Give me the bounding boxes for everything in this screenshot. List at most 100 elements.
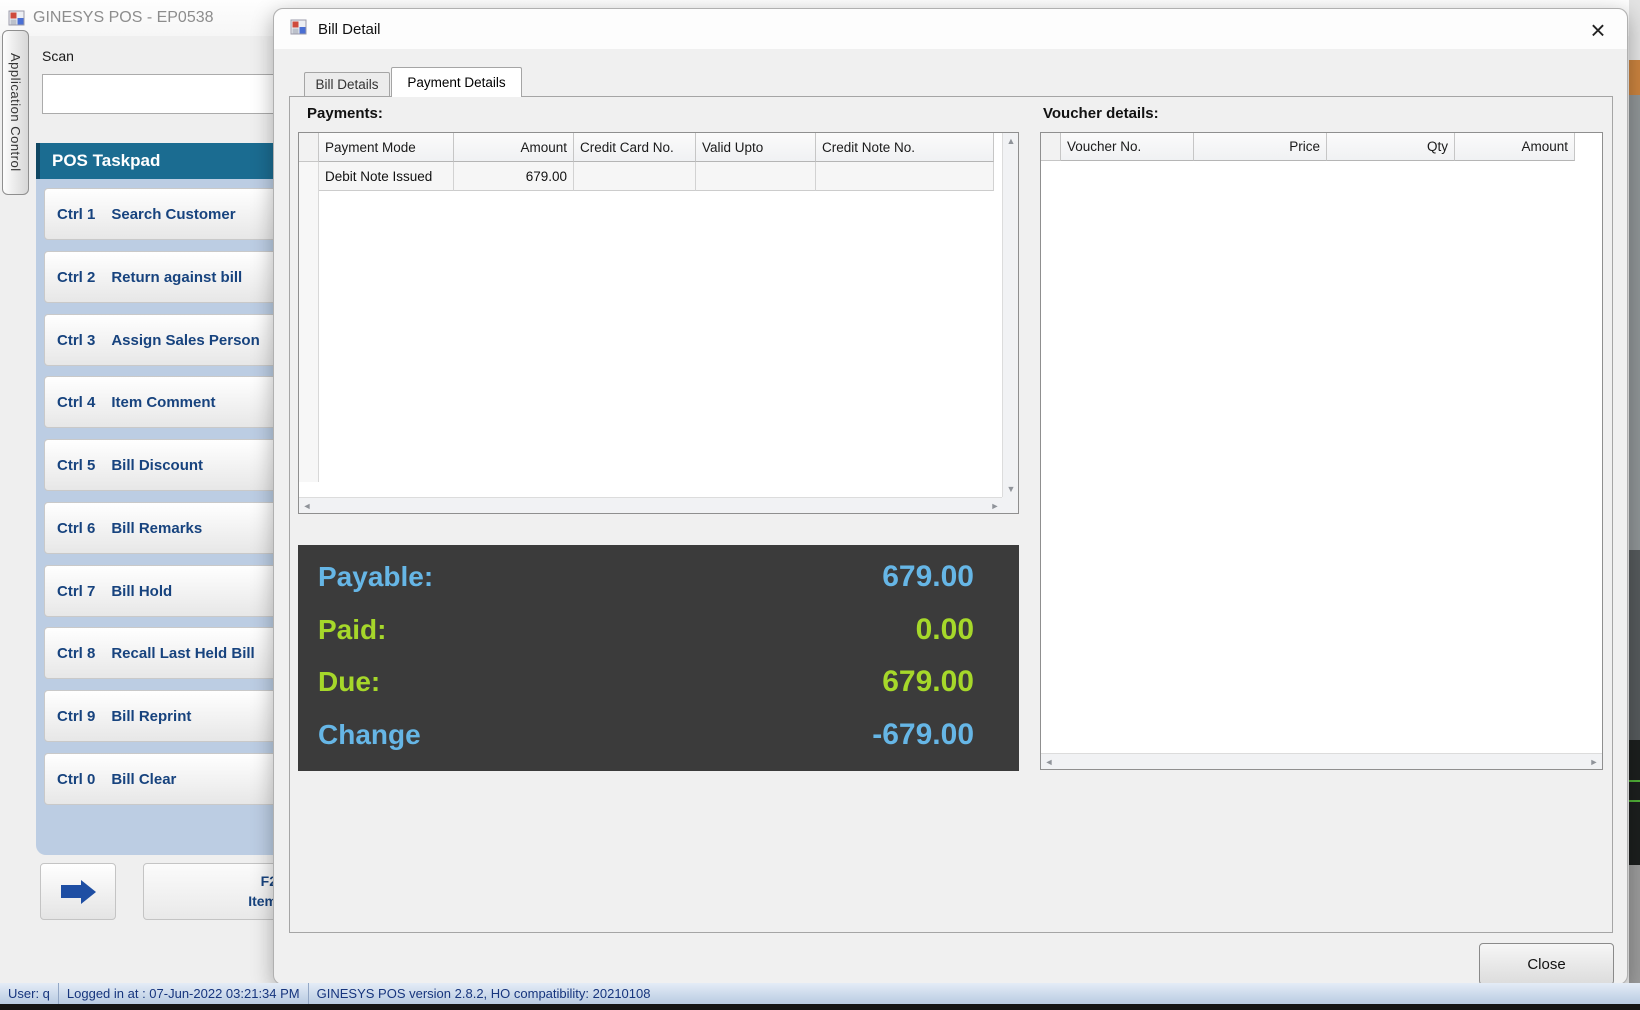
payments-vertical-scrollbar[interactable]: ▲ ▼ <box>1002 133 1018 497</box>
taskpad-button-recall-last-held-bill[interactable]: Ctrl 8 Recall Last Held Bill <box>44 627 282 679</box>
button-label: Search Customer <box>111 205 236 223</box>
totals-panel: Payable: 679.00 Paid: 0.00 Due: 679.00 C… <box>298 545 1019 771</box>
tab-bill-details[interactable]: Bill Details <box>304 72 390 97</box>
column-header[interactable]: Amount <box>1455 133 1575 161</box>
shortcut-key: Ctrl 4 <box>57 393 96 411</box>
paid-row: Paid: 0.00 <box>318 613 974 647</box>
button-label: Bill Remarks <box>111 519 203 537</box>
tab-label: Payment Details <box>407 75 506 90</box>
change-label: Change <box>318 718 421 750</box>
paid-label: Paid: <box>318 613 387 645</box>
payable-label: Payable: <box>318 561 434 593</box>
button-label: Recall Last Held Bill <box>111 644 255 662</box>
shortcut-key: Ctrl 6 <box>57 519 96 537</box>
scroll-left-icon[interactable]: ◄ <box>1041 754 1057 770</box>
change-value: -679.00 <box>872 717 974 751</box>
scrollbar-corner <box>1002 497 1018 513</box>
close-button[interactable]: Close <box>1479 943 1614 985</box>
desktop-strip <box>1629 780 1640 782</box>
scroll-right-icon[interactable]: ► <box>1586 754 1602 770</box>
voucher-grid-header: Voucher No. Price Qty Amount <box>1041 133 1602 161</box>
status-bar: User: q Logged in at : 07-Jun-2022 03:21… <box>0 983 1640 1004</box>
taskpad-button-assign-sales-person[interactable]: Ctrl 3 Assign Sales Person <box>44 314 282 366</box>
payable-value: 679.00 <box>882 560 974 594</box>
button-label: Return against bill <box>111 268 243 286</box>
due-row: Due: 679.00 <box>318 665 974 699</box>
shortcut-key: Ctrl 7 <box>57 582 96 600</box>
f2-item-button[interactable]: F2 Item <box>143 863 284 920</box>
credit-card-no-cell <box>574 162 696 191</box>
shortcut-key: Ctrl 3 <box>57 331 96 349</box>
taskpad-button-search-customer[interactable]: Ctrl 1 Search Customer <box>44 188 282 240</box>
button-label: Bill Clear <box>111 770 177 788</box>
scroll-up-icon[interactable]: ▲ <box>1003 133 1019 149</box>
paid-value: 0.00 <box>915 612 974 646</box>
button-label: Assign Sales Person <box>111 331 260 349</box>
next-button[interactable] <box>40 863 116 920</box>
taskpad-button-return-against-bill[interactable]: Ctrl 2 Return against bill <box>44 251 282 303</box>
column-header[interactable]: Voucher No. <box>1061 133 1194 161</box>
taskpad-button-bill-hold[interactable]: Ctrl 7 Bill Hold <box>44 565 282 617</box>
shortcut-key: Ctrl 0 <box>57 770 96 788</box>
shortcut-key: Ctrl 8 <box>57 644 96 662</box>
due-value: 679.00 <box>882 665 974 699</box>
taskbar-strip <box>0 1004 1640 1010</box>
valid-upto-cell <box>696 162 816 191</box>
button-label: Bill Discount <box>111 456 204 474</box>
taskpad-button-item-comment[interactable]: Ctrl 4 Item Comment <box>44 376 282 428</box>
scroll-left-icon[interactable]: ◄ <box>299 498 315 514</box>
taskpad-button-bill-clear[interactable]: Ctrl 0 Bill Clear <box>44 753 282 805</box>
button-label: Bill Hold <box>111 582 173 600</box>
application-control-tab[interactable]: Application Control <box>2 30 29 195</box>
desktop-strip <box>1629 0 1640 60</box>
desktop-strip <box>1629 95 1640 550</box>
payments-section-label: Payments: <box>307 105 383 122</box>
shortcut-key: Ctrl 5 <box>57 456 96 474</box>
dialog-title: Bill Detail <box>318 20 381 38</box>
tab-label: Bill Details <box>315 77 379 92</box>
column-header[interactable]: Amount <box>454 133 574 162</box>
app-icon <box>8 9 26 32</box>
dialog-icon <box>290 18 308 41</box>
desktop-strip <box>1629 865 1640 983</box>
tab-payment-details[interactable]: Payment Details <box>391 67 522 97</box>
shortcut-key: Ctrl 1 <box>57 205 96 223</box>
scan-input[interactable] <box>42 74 282 114</box>
screen: GINESYS POS - EP0538 Application Control… <box>0 0 1640 1010</box>
amount-cell: 679.00 <box>454 162 574 191</box>
column-header[interactable]: Valid Upto <box>696 133 816 162</box>
taskpad-button-bill-reprint[interactable]: Ctrl 9 Bill Reprint <box>44 690 282 742</box>
row-header-strip <box>299 162 319 482</box>
column-header[interactable]: Price <box>1194 133 1327 161</box>
desktop-strip <box>1629 550 1640 740</box>
change-row: Change -679.00 <box>318 718 974 752</box>
taskpad-button-bill-remarks[interactable]: Ctrl 6 Bill Remarks <box>44 502 282 554</box>
voucher-horizontal-scrollbar[interactable]: ◄ ► <box>1041 753 1602 769</box>
status-user: User: q <box>8 986 50 1001</box>
button-label: Bill Reprint <box>111 707 192 725</box>
voucher-grid: Voucher No. Price Qty Amount ◄ ► <box>1040 132 1603 770</box>
column-header[interactable]: Credit Card No. <box>574 133 696 162</box>
taskpad-button-bill-discount[interactable]: Ctrl 5 Bill Discount <box>44 439 282 491</box>
column-header[interactable]: Payment Mode <box>319 133 454 162</box>
bill-detail-dialog: Bill Detail × Bill Details Payment Detai… <box>273 8 1628 985</box>
payment-row[interactable]: ▶ Debit Note Issued 679.00 <box>299 162 1018 191</box>
scroll-right-icon[interactable]: ► <box>987 498 1003 514</box>
payable-row: Payable: 679.00 <box>318 560 974 594</box>
payments-horizontal-scrollbar[interactable]: ◄ ► <box>299 497 1003 513</box>
due-label: Due: <box>318 666 381 698</box>
dialog-titlebar: Bill Detail × <box>274 9 1627 49</box>
payments-grid-header: Payment Mode Amount Credit Card No. Vali… <box>299 133 1018 162</box>
scan-label: Scan <box>42 48 74 64</box>
right-arrow-icon <box>60 879 96 904</box>
desktop-strip <box>1629 60 1640 95</box>
status-logged-in: Logged in at : 07-Jun-2022 03:21:34 PM <box>66 986 300 1001</box>
scroll-down-icon[interactable]: ▼ <box>1003 481 1019 497</box>
column-header[interactable]: Credit Note No. <box>816 133 994 162</box>
desktop-strip <box>1629 800 1640 802</box>
column-header[interactable]: Qty <box>1327 133 1455 161</box>
close-icon[interactable]: × <box>1583 15 1613 45</box>
shortcut-key: Ctrl 2 <box>57 268 96 286</box>
status-version: GINESYS POS version 2.8.2, HO compatibil… <box>316 986 651 1001</box>
credit-note-no-cell <box>816 162 994 191</box>
